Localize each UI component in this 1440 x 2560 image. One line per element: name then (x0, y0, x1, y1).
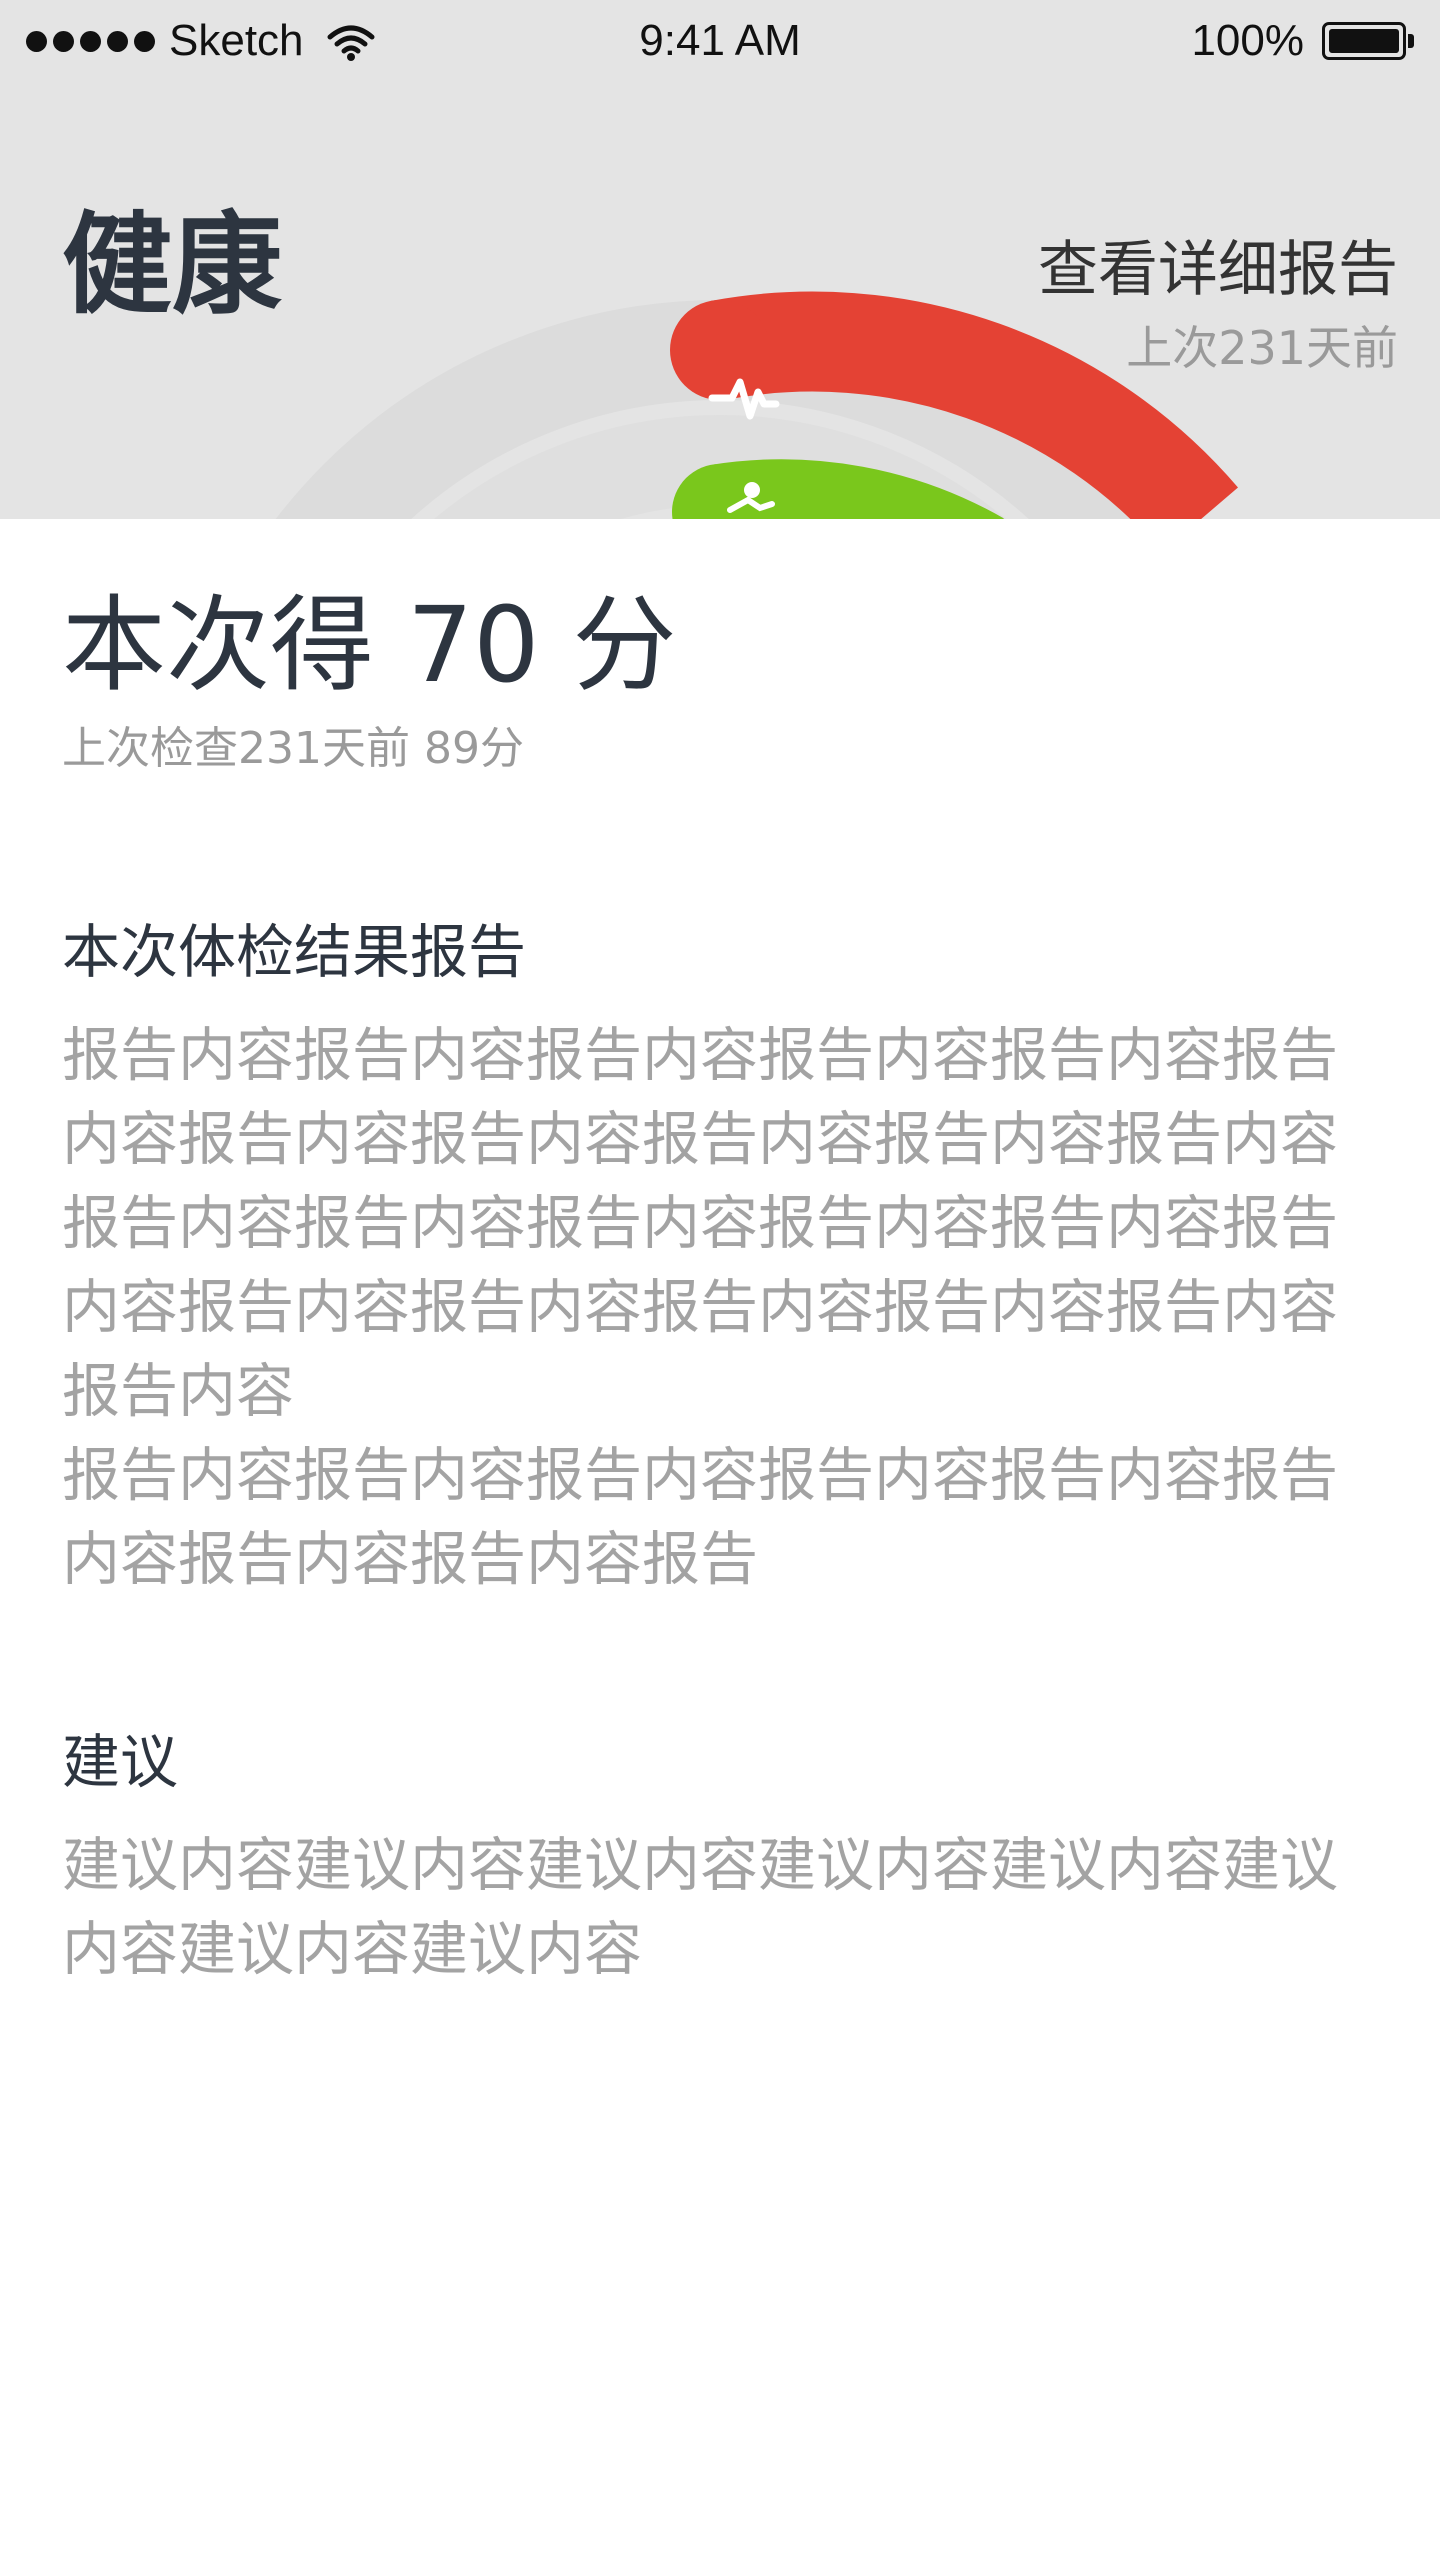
view-detail-report-link[interactable]: 查看详细报告 (1038, 240, 1398, 300)
report-body: 报告内容报告内容报告内容报告内容报告内容报告内容报告内容报告内容报告内容报告内容… (62, 1021, 1339, 1593)
battery-percent: 100% (1191, 16, 1304, 65)
page-title: 健康 (62, 201, 282, 329)
advice-title: 建议 (62, 1728, 179, 1796)
score-text: 本次得 70 分 (62, 584, 677, 706)
report-title: 本次体检结果报告 (62, 918, 527, 986)
previous-score: 上次检查231天前 89分 (62, 723, 524, 774)
status-bar: Sketch 9:41 AM 100% (0, 0, 1440, 82)
report-last-time: 上次231天前 (1126, 321, 1398, 375)
battery-icon (1322, 22, 1414, 60)
advice-body: 建议内容建议内容建议内容建议内容建议内容建议内容建议内容建议内容 (62, 1831, 1339, 1983)
health-header: Sketch 9:41 AM 100% 健康 查看详细报告 上次231天前 (0, 0, 1440, 519)
